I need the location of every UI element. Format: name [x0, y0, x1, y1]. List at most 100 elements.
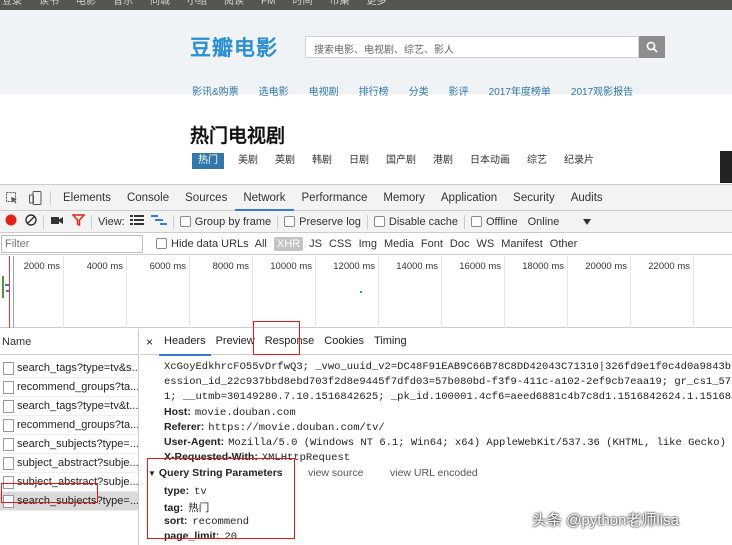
query-params-highlight — [147, 458, 295, 539]
tab-security[interactable]: Security — [505, 185, 563, 211]
topnav-link[interactable]: 读书 — [39, 0, 59, 8]
tag-item[interactable]: 日剧 — [349, 153, 369, 169]
network-overview-timeline[interactable]: 2000 ms 4000 ms 6000 ms 8000 ms 10000 ms 1200… — [0, 256, 732, 328]
douban-movie-logo[interactable]: 豆瓣电影 — [190, 32, 278, 62]
subnav-link[interactable]: 电视剧 — [309, 83, 339, 98]
topnav-link[interactable]: 市集 — [329, 0, 349, 8]
filter-icon[interactable] — [71, 214, 86, 229]
request-row[interactable]: search_tags?type=tv&s... — [0, 359, 138, 378]
topnav-link[interactable]: 音乐 — [113, 0, 133, 8]
type-filter-css[interactable]: CSS — [329, 238, 352, 250]
request-row[interactable]: recommend_groups?ta... — [0, 416, 138, 435]
timeline-gridline: 16000 ms — [459, 256, 505, 328]
tag-item[interactable]: 综艺 — [527, 153, 547, 169]
hide-data-urls-checkbox[interactable] — [156, 238, 167, 249]
type-filter-doc[interactable]: Doc — [450, 238, 470, 250]
subnav-link[interactable]: 2017观影报告 — [571, 83, 633, 98]
request-header-row: User-Agent: Mozilla/5.0 (Windows NT 6.1; … — [164, 436, 732, 449]
request-row[interactable]: subject_abstract?subje... — [0, 454, 138, 473]
throttle-select[interactable]: Online — [528, 216, 560, 228]
subnav-link[interactable]: 影讯&购票 — [192, 83, 239, 98]
header-value: movie.douban.com — [194, 407, 296, 419]
type-filter-manifest[interactable]: Manifest — [501, 238, 543, 250]
timeline-tick-label: 16000 ms — [459, 261, 501, 272]
detail-tab-headers[interactable]: Headers — [159, 329, 211, 356]
tab-audits[interactable]: Audits — [563, 185, 611, 211]
type-filter-ws[interactable]: WS — [476, 238, 494, 250]
large-rows-icon[interactable] — [129, 215, 144, 228]
detail-tab-timing[interactable]: Timing — [369, 329, 412, 356]
cookie-header-line: ession_id_22c937bbd8ebd703f2d8e9445f7dfd… — [164, 376, 732, 388]
tag-item[interactable]: 国产剧 — [386, 153, 416, 169]
tab-performance[interactable]: Performance — [294, 185, 376, 211]
topnav-link[interactable]: 小组 — [187, 0, 207, 8]
subnav-link[interactable]: 排行榜 — [359, 83, 389, 98]
tab-network[interactable]: Network — [235, 185, 294, 211]
topnav-link[interactable]: 时间 — [292, 0, 312, 8]
type-filter-xhr[interactable]: XHR — [273, 236, 304, 251]
topnav-link[interactable]: FM — [261, 0, 275, 8]
tab-elements[interactable]: Elements — [55, 185, 119, 211]
divider — [50, 190, 51, 205]
tag-item[interactable]: 港剧 — [433, 153, 453, 169]
tag-item[interactable]: 纪录片 — [564, 153, 594, 169]
disable-cache-checkbox[interactable] — [373, 216, 385, 227]
preserve-log-checkbox[interactable] — [284, 216, 296, 227]
tag-item[interactable]: 韩剧 — [312, 153, 332, 169]
tab-console[interactable]: Console — [119, 185, 177, 211]
search-input[interactable]: 搜索电影、电视剧、综艺、影人 — [305, 36, 639, 58]
close-icon[interactable]: × — [140, 335, 159, 349]
offline-checkbox[interactable] — [470, 216, 482, 227]
tab-sources[interactable]: Sources — [177, 185, 235, 211]
tab-application[interactable]: Application — [433, 185, 505, 211]
record-icon[interactable] — [5, 214, 17, 229]
subnav-link[interactable]: 影评 — [449, 83, 469, 98]
type-filter-other[interactable]: Other — [550, 238, 578, 250]
tab-memory[interactable]: Memory — [375, 185, 433, 211]
name-column-header[interactable]: Name — [0, 329, 138, 355]
waterfall-icon[interactable] — [150, 215, 167, 228]
detail-tab-cookies[interactable]: Cookies — [319, 329, 369, 356]
search-button[interactable] — [639, 36, 665, 58]
topnav-link[interactable]: 登录 — [2, 0, 22, 8]
capture-screenshots-icon[interactable] — [50, 214, 64, 229]
filter-input[interactable] — [1, 234, 143, 253]
subnav-link[interactable]: 2017年度榜单 — [489, 83, 551, 98]
chevron-down-icon[interactable] — [583, 216, 592, 228]
type-filter-font[interactable]: Font — [421, 238, 443, 250]
device-toolbar-icon[interactable] — [28, 190, 44, 206]
tag-item[interactable]: 日本动画 — [470, 153, 510, 169]
timeline-tick-label: 2000 ms — [23, 261, 60, 272]
subnav-link[interactable]: 选电影 — [259, 83, 289, 98]
view-url-encoded-link[interactable]: view URL encoded — [390, 467, 478, 479]
tag-item[interactable]: 美剧 — [238, 153, 258, 169]
view-source-link[interactable]: view source — [308, 467, 363, 479]
timeline-tick-label: 20000 ms — [585, 261, 627, 272]
request-name: subject_abstract?subje... — [17, 457, 138, 469]
devtools-tab-bar: Elements Console Sources Network Performance… — [0, 185, 732, 211]
clear-icon[interactable] — [25, 214, 37, 229]
inspect-element-icon[interactable] — [4, 190, 20, 206]
header-value: https://movie.douban.com/tv/ — [208, 422, 385, 434]
topnav-link[interactable]: 电影 — [76, 0, 96, 8]
type-filter-img[interactable]: Img — [359, 238, 377, 250]
request-row[interactable]: search_subjects?type=... — [0, 435, 138, 454]
timeline-gridline: 14000 ms — [396, 256, 442, 328]
type-filter-js[interactable]: JS — [309, 238, 322, 250]
section-title: 热门电视剧 — [190, 126, 286, 147]
tv-tag-list: 热门 美剧 英剧 韩剧 日剧 国产剧 港剧 日本动画 综艺 纪录片 — [192, 153, 611, 169]
tag-item[interactable]: 英剧 — [275, 153, 295, 169]
timeline-bar — [360, 291, 362, 293]
request-row[interactable]: recommend_groups?ta... — [0, 378, 138, 397]
request-row[interactable]: search_tags?type=tv&t... — [0, 397, 138, 416]
type-filter-all[interactable]: All — [255, 238, 267, 250]
topnav-link[interactable]: 同城 — [150, 0, 170, 8]
document-icon — [3, 361, 14, 375]
group-by-frame-checkbox[interactable] — [179, 216, 191, 227]
subnav-link[interactable]: 分类 — [409, 83, 429, 98]
tag-active[interactable]: 热门 — [192, 153, 224, 169]
topnav-link[interactable]: 更多 — [366, 0, 386, 8]
topnav-link[interactable]: 阅读 — [224, 0, 244, 8]
type-filter-media[interactable]: Media — [384, 238, 414, 250]
poster-thumbnail[interactable] — [720, 151, 732, 183]
